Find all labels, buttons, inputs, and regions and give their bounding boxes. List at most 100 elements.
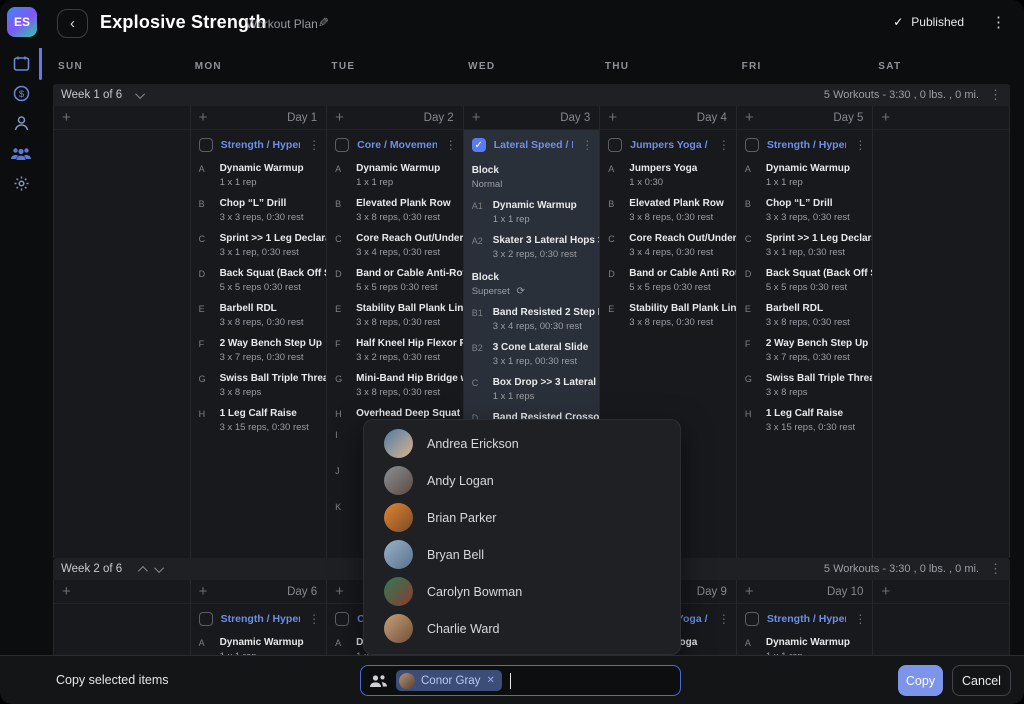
exercise-letter: G bbox=[745, 372, 766, 400]
add-workout-button[interactable]: + bbox=[62, 110, 71, 125]
chevron-down-icon[interactable] bbox=[154, 563, 164, 573]
athlete-option[interactable]: Carolyn Bowman bbox=[364, 573, 680, 610]
program-logo[interactable]: ES bbox=[7, 7, 37, 37]
workout-title[interactable]: Strength / Hypertro... bbox=[221, 613, 301, 625]
workout-menu-icon[interactable]: ⋮ bbox=[854, 612, 866, 626]
add-workout-button[interactable]: + bbox=[745, 110, 754, 125]
exercise-row[interactable]: ADynamic Warmup1 x 1 rep bbox=[191, 162, 327, 190]
exercise-row[interactable]: ADynamic Warmup1 x 1 rep bbox=[737, 162, 873, 190]
athlete-option[interactable]: Andrea Erickson bbox=[364, 425, 680, 462]
exercise-row[interactable]: BChop “L” Drill3 x 3 reps, 0:30 rest bbox=[737, 197, 873, 225]
add-workout-button[interactable]: + bbox=[62, 584, 71, 599]
workout-checkbox[interactable] bbox=[335, 138, 349, 152]
exercise-row[interactable]: F2 Way Bench Step Up3 x 7 reps, 0:30 res… bbox=[191, 337, 327, 365]
exercise-row[interactable]: BElevated Plank Row3 x 8 reps, 0:30 rest bbox=[600, 197, 736, 225]
exercise-row[interactable]: B23 Cone Lateral Slide3 x 1 rep, 00:30 r… bbox=[464, 341, 600, 369]
exercise-row[interactable]: AJumpers Yoga1 x 0:30 bbox=[600, 162, 736, 190]
exercise-row[interactable]: H1 Leg Calf Raise3 x 15 reps, 0:30 rest bbox=[191, 407, 327, 435]
exercise-row[interactable]: EBarbell RDL3 x 8 reps, 0:30 rest bbox=[191, 302, 327, 330]
sidebar-item-settings[interactable] bbox=[0, 168, 42, 198]
workout-menu-icon[interactable]: ⋮ bbox=[308, 138, 320, 152]
workout-title[interactable]: Strength / Hypertro... bbox=[221, 139, 301, 151]
exercise-row[interactable]: A1Dynamic Warmup1 x 1 rep bbox=[464, 199, 600, 227]
athlete-search-input[interactable]: Conor Gray ✕ bbox=[360, 665, 681, 696]
sidebar-item-athlete[interactable] bbox=[0, 108, 42, 138]
exercise-row[interactable]: BElevated Plank Row3 x 8 reps, 0:30 rest bbox=[327, 197, 463, 225]
add-workout-button[interactable]: + bbox=[881, 110, 890, 125]
workout-title[interactable]: Core / Movement Q... bbox=[357, 139, 437, 151]
athlete-option[interactable]: Charlie Ward bbox=[364, 610, 680, 647]
exercise-row[interactable]: EBarbell RDL3 x 8 reps, 0:30 rest bbox=[737, 302, 873, 330]
week-menu-icon[interactable]: ⋮ bbox=[989, 561, 1002, 577]
back-button[interactable]: ‹ bbox=[57, 9, 88, 38]
add-workout-button[interactable]: + bbox=[199, 110, 208, 125]
chip-remove-icon[interactable]: ✕ bbox=[486, 675, 494, 686]
exercise-row[interactable]: CCore Reach Out/Under3 x 4 reps, 0:30 re… bbox=[600, 232, 736, 260]
sidebar-item-billing[interactable]: $ bbox=[0, 78, 42, 108]
workout-checkbox[interactable] bbox=[745, 138, 759, 152]
add-workout-button[interactable]: + bbox=[608, 110, 617, 125]
add-workout-button[interactable]: + bbox=[335, 110, 344, 125]
exercise-letter: C bbox=[608, 232, 629, 260]
athlete-option[interactable]: Bryan Bell bbox=[364, 536, 680, 573]
workout-title[interactable]: Strength / Hypertro... bbox=[767, 139, 847, 151]
add-workout-button[interactable]: + bbox=[335, 584, 344, 599]
exercise-row[interactable]: EStability Ball Plank Linear ...3 x 8 re… bbox=[600, 302, 736, 330]
exercise-row[interactable]: CBox Drop >> 3 Lateral H...1 x 1 reps bbox=[464, 376, 600, 404]
sidebar-item-teams[interactable] bbox=[0, 138, 42, 168]
exercise-row[interactable]: CSprint >> 1 Leg Declarations3 x 1 rep, … bbox=[737, 232, 873, 260]
exercise-row[interactable]: A2Skater 3 Lateral Hops >> ...3 x 2 reps… bbox=[464, 234, 600, 262]
athlete-name: Charlie Ward bbox=[427, 622, 499, 636]
exercise-row[interactable]: GMini-Band Hip Bridge w/ ...3 x 8 reps, … bbox=[327, 372, 463, 400]
workout-menu-icon[interactable]: ⋮ bbox=[445, 138, 457, 152]
exercise-row[interactable]: EStability Ball Plank Linear ...3 x 8 re… bbox=[327, 302, 463, 330]
edit-pencil-icon[interactable]: ✎ bbox=[318, 15, 329, 31]
published-status[interactable]: ✓ Published bbox=[893, 15, 964, 29]
workout-title[interactable]: Strength / Hypertro... bbox=[767, 613, 847, 625]
workout-checkbox[interactable]: ✓ bbox=[472, 138, 486, 152]
exercise-row[interactable]: B1Band Resisted 2 Step Late...3 x 4 reps… bbox=[464, 306, 600, 334]
workout-menu-icon[interactable]: ⋮ bbox=[718, 138, 730, 152]
add-workout-button[interactable]: + bbox=[881, 584, 890, 599]
exercise-row[interactable]: GSwiss Ball Triple Threat3 x 8 reps bbox=[191, 372, 327, 400]
workout-menu-icon[interactable]: ⋮ bbox=[854, 138, 866, 152]
exercise-row[interactable]: CSprint >> 1 Leg Declarations3 x 1 rep, … bbox=[191, 232, 327, 260]
chevron-down-icon[interactable] bbox=[135, 89, 145, 99]
exercise-row[interactable]: DBack Squat (Back Off Set)5 x 5 reps 0:3… bbox=[737, 267, 873, 295]
chevron-up-icon[interactable] bbox=[138, 565, 148, 575]
exercise-row[interactable]: DBack Squat (Back Off Set)5 x 5 reps 0:3… bbox=[191, 267, 327, 295]
workout-menu-icon[interactable]: ⋮ bbox=[308, 612, 320, 626]
add-workout-button[interactable]: + bbox=[472, 110, 481, 125]
add-workout-button[interactable]: + bbox=[745, 584, 754, 599]
athlete-name: Andy Logan bbox=[427, 474, 494, 488]
add-workout-button[interactable]: + bbox=[199, 584, 208, 599]
exercise-row[interactable]: BChop “L” Drill3 x 3 reps, 0:30 rest bbox=[191, 197, 327, 225]
workout-checkbox[interactable] bbox=[199, 138, 213, 152]
header-menu-icon[interactable]: ⋮ bbox=[991, 13, 1006, 31]
sidebar-item-calendar[interactable] bbox=[0, 48, 42, 78]
exercise-row[interactable]: FHalf Kneel Hip Flexor Rais...3 x 2 reps… bbox=[327, 337, 463, 365]
workout-title[interactable]: Jumpers Yoga / Core bbox=[630, 139, 710, 151]
workout-menu-icon[interactable]: ⋮ bbox=[718, 612, 730, 626]
copy-button[interactable]: Copy bbox=[898, 665, 943, 696]
athlete-option[interactable]: Andy Logan bbox=[364, 462, 680, 499]
workout-checkbox[interactable] bbox=[745, 612, 759, 626]
workout-checkbox[interactable] bbox=[335, 612, 349, 626]
exercise-row[interactable]: ADynamic Warmup1 x 1 rep bbox=[327, 162, 463, 190]
workout-checkbox[interactable] bbox=[199, 612, 213, 626]
exercise-row[interactable]: GSwiss Ball Triple Threat3 x 8 reps bbox=[737, 372, 873, 400]
exercise-row[interactable]: H1 Leg Calf Raise3 x 15 reps, 0:30 rest bbox=[737, 407, 873, 435]
cancel-button[interactable]: Cancel bbox=[952, 665, 1011, 696]
exercise-row[interactable]: CCore Reach Out/Under3 x 4 reps, 0:30 re… bbox=[327, 232, 463, 260]
exercise-row[interactable]: ADynamic Warmup1 x 1 rep bbox=[191, 636, 327, 655]
workout-checkbox[interactable] bbox=[608, 138, 622, 152]
workout-menu-icon[interactable]: ⋮ bbox=[581, 138, 593, 152]
exercise-row[interactable]: DBand or Cable Anti-Rotati...5 x 5 reps … bbox=[327, 267, 463, 295]
athlete-chip[interactable]: Conor Gray ✕ bbox=[396, 670, 502, 691]
exercise-row[interactable]: ADynamic Warmup1 x 1 rep bbox=[737, 636, 873, 655]
athlete-option[interactable]: Brian Parker bbox=[364, 499, 680, 536]
workout-title[interactable]: Lateral Speed / Plyo bbox=[494, 139, 574, 151]
exercise-row[interactable]: DBand or Cable Anti Rotati...5 x 5 reps … bbox=[600, 267, 736, 295]
exercise-row[interactable]: F2 Way Bench Step Up3 x 7 reps, 0:30 res… bbox=[737, 337, 873, 365]
week-menu-icon[interactable]: ⋮ bbox=[989, 87, 1002, 103]
